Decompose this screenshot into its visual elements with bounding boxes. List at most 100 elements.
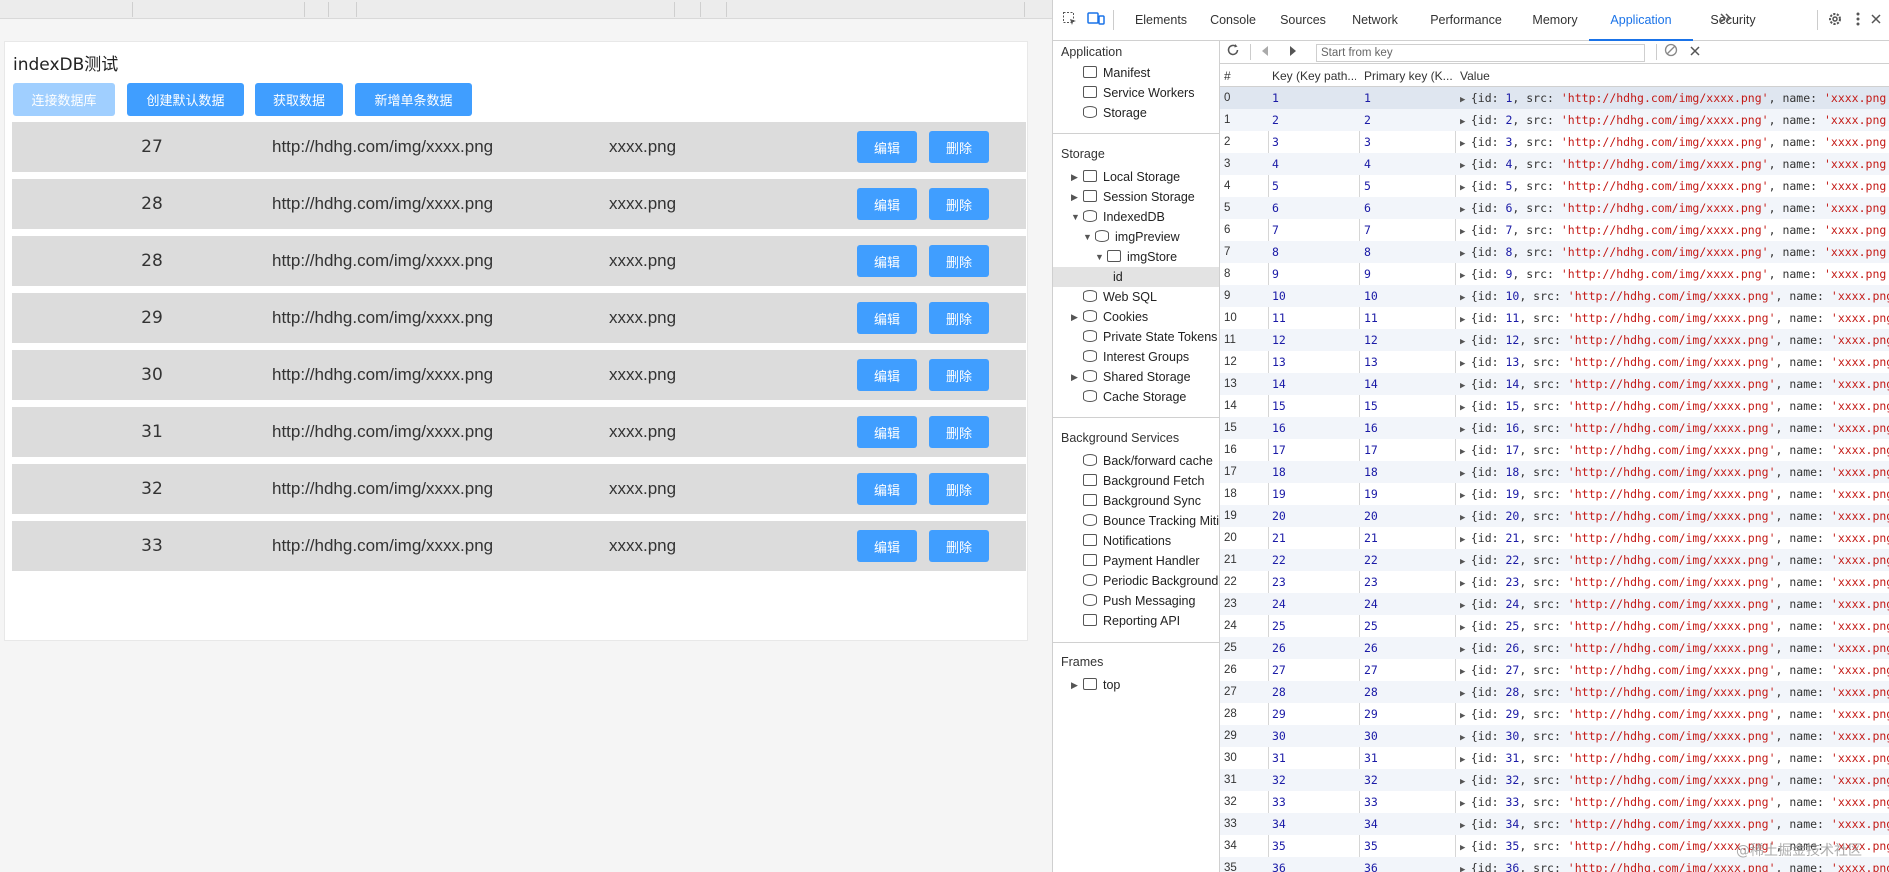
table-row[interactable]: 19 20 20 ▶ {id: 20, src: 'http://hdhg.com/i… (1220, 505, 1889, 527)
sidebar-item[interactable]: ▶ Shared Storage (1071, 367, 1191, 387)
table-row[interactable]: 31 32 32 ▶ {id: 32, src: 'http://hdhg.com/i… (1220, 769, 1889, 791)
collapsed-arrow-icon[interactable]: ▶ (1071, 307, 1078, 327)
expand-arrow-icon[interactable]: ▶ (1460, 667, 1471, 677)
collapsed-arrow-icon[interactable]: ▶ (1071, 167, 1078, 187)
refresh-icon[interactable] (1224, 43, 1242, 61)
device-toolbar-icon[interactable] (1087, 11, 1105, 29)
table-row[interactable]: 5 6 6 ▶ {id: 6, src: 'http://hdhg.com/img/x… (1220, 197, 1889, 219)
next-page-icon[interactable] (1284, 43, 1302, 61)
expand-arrow-icon[interactable]: ▶ (1460, 293, 1471, 303)
row-value[interactable]: ▶ {id: 20, src: 'http://hdhg.com/img/xxx… (1460, 505, 1889, 527)
row-value[interactable]: ▶ {id: 12, src: 'http://hdhg.com/img/xxx… (1460, 329, 1889, 351)
gear-icon[interactable] (1826, 11, 1844, 29)
sidebar-item[interactable]: ▶ Session Storage (1071, 187, 1195, 207)
row-value[interactable]: ▶ {id: 28, src: 'http://hdhg.com/img/xxx… (1460, 681, 1889, 703)
expand-arrow-icon[interactable]: ▶ (1460, 271, 1471, 281)
create-default-data-button[interactable]: 创建默认数据 (127, 83, 244, 116)
expand-arrow-icon[interactable]: ▶ (1460, 733, 1471, 743)
table-row[interactable]: 18 19 19 ▶ {id: 19, src: 'http://hdhg.com/i… (1220, 483, 1889, 505)
expand-arrow-icon[interactable]: ▶ (1460, 579, 1471, 589)
tab-elements[interactable]: Elements (1117, 0, 1205, 41)
expand-arrow-icon[interactable]: ▶ (1460, 491, 1471, 501)
row-value[interactable]: ▶ {id: 17, src: 'http://hdhg.com/img/xxx… (1460, 439, 1889, 461)
expand-arrow-icon[interactable]: ▶ (1460, 535, 1471, 545)
table-row[interactable]: 21 22 22 ▶ {id: 22, src: 'http://hdhg.com/i… (1220, 549, 1889, 571)
delete-button[interactable]: 删除 (929, 473, 989, 505)
sidebar-item[interactable]: Private State Tokens (1083, 327, 1217, 347)
row-value[interactable]: ▶ {id: 24, src: 'http://hdhg.com/img/xxx… (1460, 593, 1889, 615)
table-row[interactable]: 7 8 8 ▶ {id: 8, src: 'http://hdhg.com/img/x… (1220, 241, 1889, 263)
expand-arrow-icon[interactable]: ▶ (1460, 205, 1471, 215)
table-row[interactable]: 12 13 13 ▶ {id: 13, src: 'http://hdhg.com/i… (1220, 351, 1889, 373)
expand-arrow-icon[interactable]: ▶ (1460, 623, 1471, 633)
row-value[interactable]: ▶ {id: 4, src: 'http://hdhg.com/img/xxxx… (1460, 153, 1889, 175)
expand-arrow-icon[interactable]: ▶ (1460, 139, 1471, 149)
sidebar-item[interactable]: Background Sync (1083, 491, 1201, 511)
row-value[interactable]: ▶ {id: 33, src: 'http://hdhg.com/img/xxx… (1460, 791, 1889, 813)
expand-arrow-icon[interactable]: ▶ (1460, 557, 1471, 567)
edit-button[interactable]: 编辑 (857, 530, 917, 562)
edit-button[interactable]: 编辑 (857, 188, 917, 220)
row-value[interactable]: ▶ {id: 29, src: 'http://hdhg.com/img/xxx… (1460, 703, 1889, 725)
table-row[interactable]: 23 24 24 ▶ {id: 24, src: 'http://hdhg.com/i… (1220, 593, 1889, 615)
expanded-arrow-icon[interactable]: ▼ (1071, 207, 1080, 227)
column-header-index[interactable]: # (1224, 65, 1264, 87)
sidebar-item[interactable]: Notifications (1083, 531, 1171, 551)
row-value[interactable]: ▶ {id: 5, src: 'http://hdhg.com/img/xxxx… (1460, 175, 1889, 197)
sidebar-item[interactable]: ▶ Cookies (1071, 307, 1148, 327)
row-value[interactable]: ▶ {id: 19, src: 'http://hdhg.com/img/xxx… (1460, 483, 1889, 505)
chevron-double-right-icon[interactable] (1717, 11, 1735, 29)
expand-arrow-icon[interactable]: ▶ (1460, 447, 1471, 457)
sidebar-item[interactable]: ▼ imgStore (1095, 247, 1177, 267)
expand-arrow-icon[interactable]: ▶ (1460, 821, 1471, 831)
tab-console[interactable]: Console (1197, 0, 1269, 41)
tab-performance[interactable]: Performance (1409, 0, 1523, 41)
sidebar-item[interactable]: Back/forward cache (1083, 451, 1213, 471)
collapsed-arrow-icon[interactable]: ▶ (1071, 187, 1078, 207)
column-header-value[interactable]: Value (1460, 65, 1889, 87)
row-value[interactable]: ▶ {id: 32, src: 'http://hdhg.com/img/xxx… (1460, 769, 1889, 791)
delete-button[interactable]: 删除 (929, 359, 989, 391)
sidebar-item[interactable]: Periodic Background S (1083, 571, 1219, 591)
table-row[interactable]: 22 23 23 ▶ {id: 23, src: 'http://hdhg.com/i… (1220, 571, 1889, 593)
sidebar-item[interactable]: Web SQL (1083, 287, 1157, 307)
sidebar-item[interactable]: id (1053, 267, 1219, 287)
expand-arrow-icon[interactable]: ▶ (1460, 689, 1471, 699)
add-single-data-button[interactable]: 新增单条数据 (355, 83, 472, 116)
delete-button[interactable]: 删除 (929, 131, 989, 163)
tab-network[interactable]: Network (1335, 0, 1415, 41)
table-row[interactable]: 14 15 15 ▶ {id: 15, src: 'http://hdhg.com/i… (1220, 395, 1889, 417)
row-value[interactable]: ▶ {id: 14, src: 'http://hdhg.com/img/xxx… (1460, 373, 1889, 395)
table-row[interactable]: 10 11 11 ▶ {id: 11, src: 'http://hdhg.com/i… (1220, 307, 1889, 329)
row-value[interactable]: ▶ {id: 22, src: 'http://hdhg.com/img/xxx… (1460, 549, 1889, 571)
sidebar-item[interactable]: ▼ IndexedDB (1071, 207, 1165, 227)
more-vertical-icon[interactable] (1849, 11, 1867, 29)
edit-button[interactable]: 编辑 (857, 131, 917, 163)
sidebar-item[interactable]: ▼ imgPreview (1083, 227, 1180, 247)
expanded-arrow-icon[interactable]: ▼ (1083, 227, 1092, 247)
edit-button[interactable]: 编辑 (857, 359, 917, 391)
table-row[interactable]: 8 9 9 ▶ {id: 9, src: 'http://hdhg.com/img/x… (1220, 263, 1889, 285)
expand-arrow-icon[interactable]: ▶ (1460, 799, 1471, 809)
table-row[interactable]: 20 21 21 ▶ {id: 21, src: 'http://hdhg.com/i… (1220, 527, 1889, 549)
table-row[interactable]: 28 29 29 ▶ {id: 29, src: 'http://hdhg.com/i… (1220, 703, 1889, 725)
table-row[interactable]: 17 18 18 ▶ {id: 18, src: 'http://hdhg.com/i… (1220, 461, 1889, 483)
expand-arrow-icon[interactable]: ▶ (1460, 645, 1471, 655)
table-row[interactable]: 9 10 10 ▶ {id: 10, src: 'http://hdhg.com/im… (1220, 285, 1889, 307)
sidebar-item[interactable]: Cache Storage (1083, 387, 1186, 407)
row-value[interactable]: ▶ {id: 25, src: 'http://hdhg.com/img/xxx… (1460, 615, 1889, 637)
table-row[interactable]: 30 31 31 ▶ {id: 31, src: 'http://hdhg.com/i… (1220, 747, 1889, 769)
start-from-key-input[interactable]: Start from key (1316, 44, 1645, 62)
table-row[interactable]: 1 2 2 ▶ {id: 2, src: 'http://hdhg.com/img/x… (1220, 109, 1889, 131)
expand-arrow-icon[interactable]: ▶ (1460, 183, 1471, 193)
column-header-key[interactable]: Key (Key path... (1272, 65, 1356, 87)
row-value[interactable]: ▶ {id: 7, src: 'http://hdhg.com/img/xxxx… (1460, 219, 1889, 241)
tab-sources[interactable]: Sources (1263, 0, 1343, 41)
expand-arrow-icon[interactable]: ▶ (1460, 381, 1471, 391)
table-row[interactable]: 32 33 33 ▶ {id: 33, src: 'http://hdhg.com/i… (1220, 791, 1889, 813)
delete-button[interactable]: 删除 (929, 530, 989, 562)
sidebar-item[interactable]: Manifest (1083, 63, 1150, 83)
delete-button[interactable]: 删除 (929, 416, 989, 448)
sidebar-item[interactable]: Reporting API (1083, 611, 1180, 631)
expand-arrow-icon[interactable]: ▶ (1460, 425, 1471, 435)
